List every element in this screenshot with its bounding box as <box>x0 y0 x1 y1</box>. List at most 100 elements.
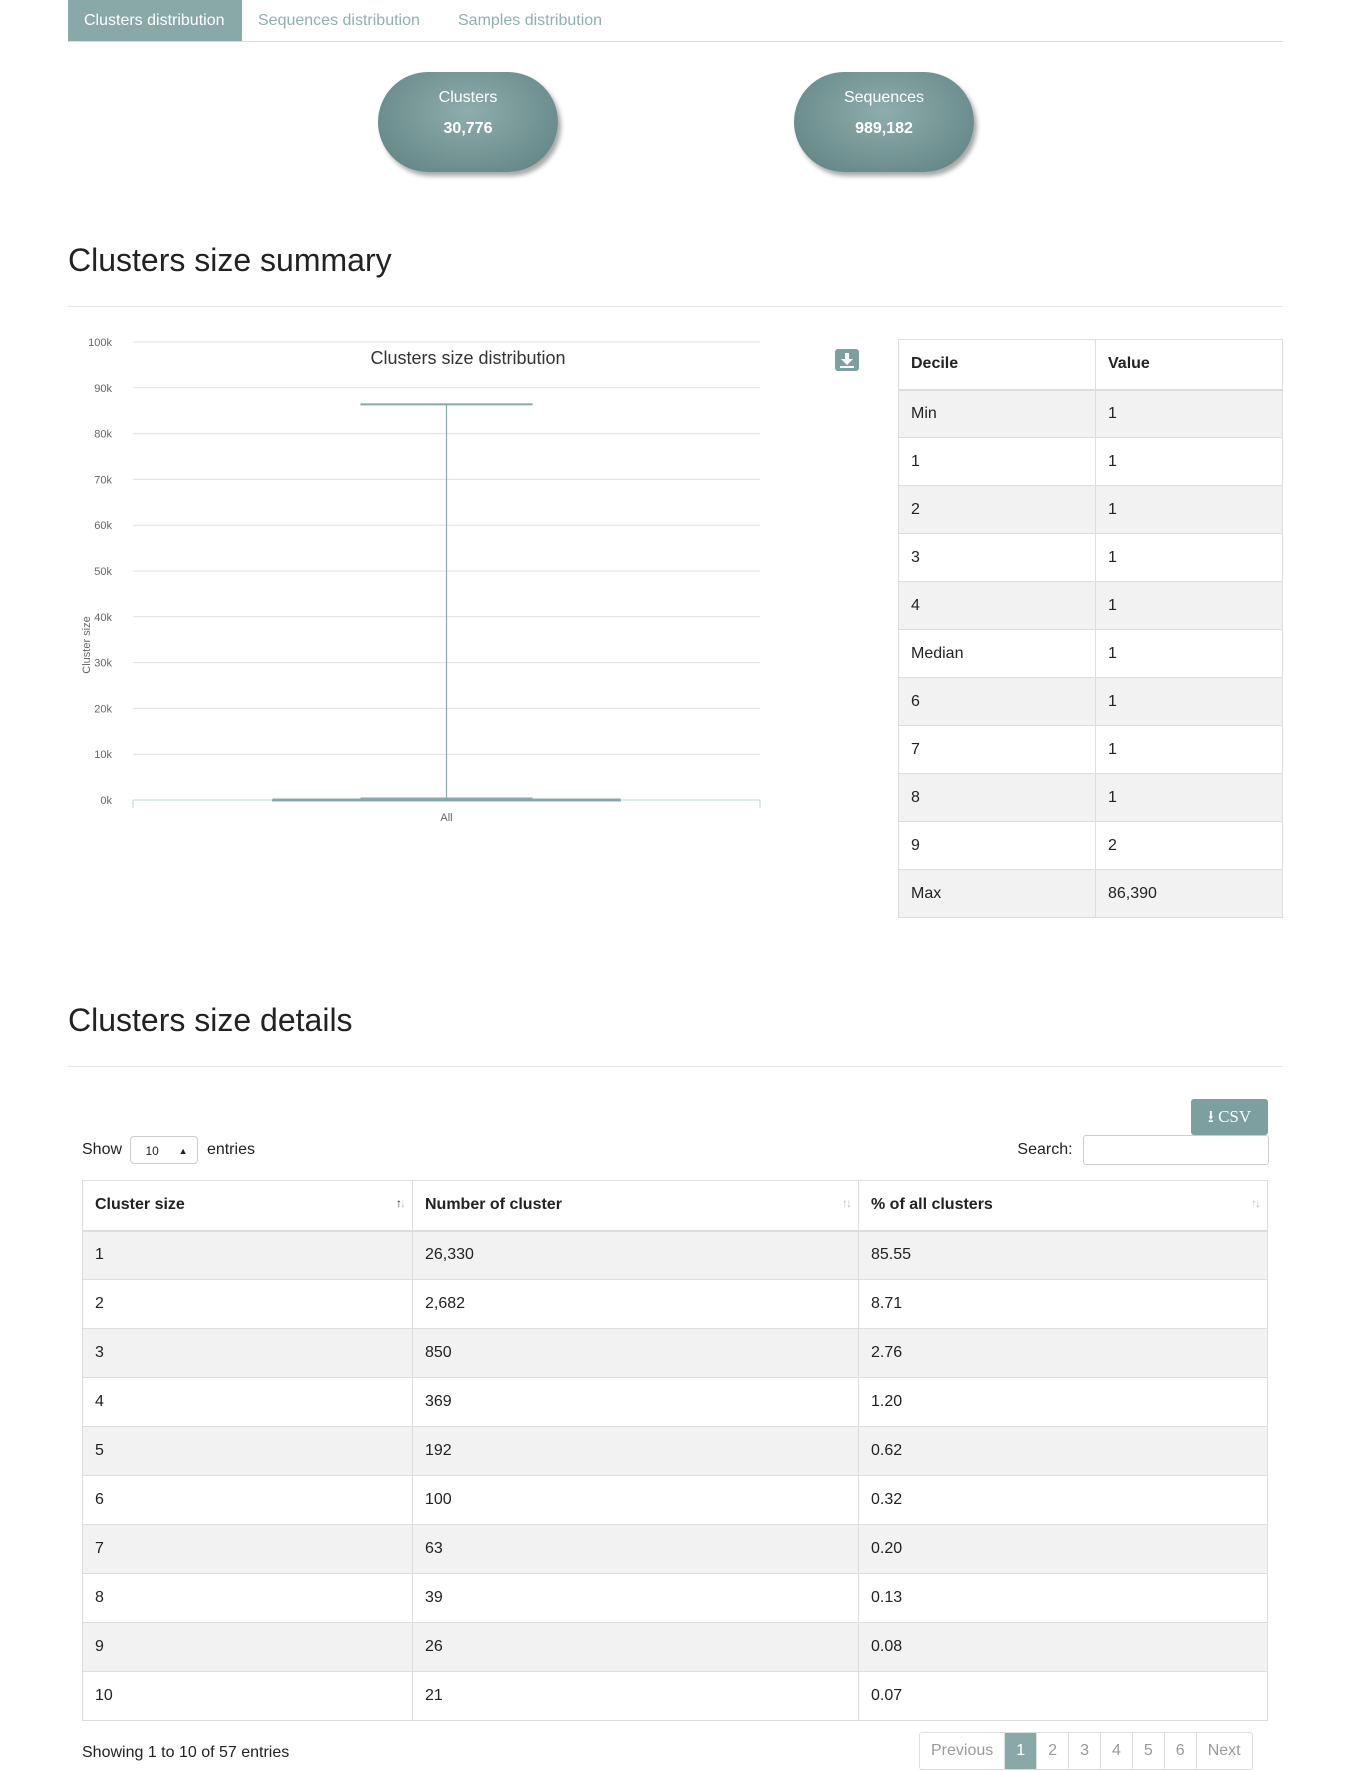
chart-title: Clusters size distribution <box>370 348 565 368</box>
decile-value-cell: 1 <box>1095 725 1283 774</box>
csv-export-button[interactable]: ⭳ CSV <box>1191 1099 1268 1135</box>
search-label: Search: <box>1017 1141 1073 1158</box>
cluster-size-cell: 5 <box>82 1426 413 1476</box>
percent-clusters-cell: 0.62 <box>858 1426 1268 1476</box>
cluster-size-cell: 9 <box>82 1622 413 1672</box>
csv-label: CSV <box>1218 1107 1252 1126</box>
tab-clusters-distribution[interactable]: Clusters distribution <box>68 0 242 41</box>
number-of-cluster-cell: 26,330 <box>412 1230 859 1280</box>
download-icon: ⭳ <box>1207 1107 1214 1126</box>
percent-clusters-cell: 0.32 <box>858 1475 1268 1525</box>
cluster-size-boxplot: Clusters size distribution Cluster size … <box>81 338 761 824</box>
percent-clusters-cell: 2.76 <box>858 1328 1268 1378</box>
page-2-button[interactable]: 2 <box>1036 1733 1068 1769</box>
decile-row: Median 1 <box>898 629 1283 678</box>
y-tick-label: 10k <box>94 749 112 761</box>
y-tick-label: 0k <box>100 795 112 807</box>
number-of-cluster-cell: 21 <box>412 1671 859 1721</box>
search-input[interactable] <box>1083 1134 1269 1165</box>
decile-row: 11 <box>898 437 1283 486</box>
number-of-cluster-cell: 39 <box>412 1573 859 1623</box>
percent-clusters-cell: 0.08 <box>858 1622 1268 1672</box>
decile-value-cell: 1 <box>1095 485 1283 534</box>
page-4-button[interactable]: 4 <box>1099 1733 1132 1769</box>
tab-samples-distribution[interactable]: Samples distribution <box>442 0 618 41</box>
cluster-size-cell: 8 <box>82 1573 413 1623</box>
decile-row: 41 <box>898 581 1283 630</box>
decile-row: 92 <box>898 821 1283 870</box>
y-tick-label: 80k <box>94 429 112 441</box>
column-header-cluster-size[interactable]: Cluster size ↑↓ <box>82 1180 413 1232</box>
y-tick-label: 70k <box>94 474 112 486</box>
page-3-button[interactable]: 3 <box>1068 1733 1100 1769</box>
decile-row: 81 <box>898 773 1283 822</box>
decile-cell: 6 <box>898 677 1096 726</box>
y-tick-label: 40k <box>94 612 112 624</box>
tab-bar: Clusters distribution Sequences distribu… <box>68 0 1283 42</box>
decile-cell: 3 <box>898 533 1096 582</box>
show-label: Show <box>82 1141 123 1158</box>
table-row: 8 39 0.13 <box>82 1573 1268 1623</box>
sort-icon: ↑↓ <box>842 1196 852 1210</box>
number-of-cluster-cell: 26 <box>412 1622 859 1672</box>
previous-button[interactable]: Previous <box>920 1733 1004 1769</box>
page-length-control: Show 10 ▲ entries <box>82 1135 255 1165</box>
y-tick-label: 30k <box>94 658 112 670</box>
cluster-size-table: Cluster size ↑↓ Number of cluster ↑↓ % of … <box>82 1180 1268 1721</box>
decile-cell: 1 <box>898 437 1096 486</box>
cluster-size-cell: 6 <box>82 1475 413 1525</box>
percent-clusters-cell: 0.07 <box>858 1671 1268 1721</box>
number-of-cluster-cell: 2,682 <box>412 1279 859 1329</box>
number-of-cluster-cell: 192 <box>412 1426 859 1476</box>
pagination: Previous 1 2 3 4 5 6 Next <box>919 1732 1253 1770</box>
cluster-size-cell: 10 <box>82 1671 413 1721</box>
column-header-label: Cluster size <box>95 1196 185 1214</box>
table-row: 10 21 0.07 <box>82 1671 1268 1721</box>
decile-value-cell: 1 <box>1095 629 1283 678</box>
tab-sequences-distribution[interactable]: Sequences distribution <box>242 0 436 41</box>
page-6-button[interactable]: 6 <box>1163 1733 1196 1769</box>
decile-row: 21 <box>898 485 1283 534</box>
percent-clusters-cell: 1.20 <box>858 1377 1268 1427</box>
table-row: 6 100 0.32 <box>82 1475 1268 1525</box>
chart-x-ticks: All <box>132 800 761 824</box>
decile-value-cell: 86,390 <box>1095 869 1283 918</box>
percent-clusters-cell: 0.13 <box>858 1573 1268 1623</box>
clusters-count-badge: Clusters 30,776 <box>378 72 558 172</box>
entries-label: entries <box>206 1141 255 1158</box>
column-header-label: Number of cluster <box>425 1196 562 1214</box>
decile-value-cell: 1 <box>1095 581 1283 630</box>
decile-value-cell: 1 <box>1095 437 1283 486</box>
decile-cell: 9 <box>898 821 1096 870</box>
chart-download-button[interactable] <box>835 349 859 371</box>
x-tick-label: All <box>440 812 452 824</box>
decile-value-cell: 1 <box>1095 389 1283 438</box>
decile-row: 31 <box>898 533 1283 582</box>
column-header-number-of-cluster[interactable]: Number of cluster ↑↓ <box>412 1180 859 1232</box>
page-5-button[interactable]: 5 <box>1131 1733 1164 1769</box>
y-tick-label: 50k <box>94 566 112 578</box>
sequences-count-badge: Sequences 989,182 <box>794 72 974 172</box>
decile-row: 71 <box>898 725 1283 774</box>
decile-cell: Min <box>898 389 1096 438</box>
percent-clusters-cell: 85.55 <box>858 1230 1268 1280</box>
y-tick-label: 60k <box>94 520 112 532</box>
decile-cell: 2 <box>898 485 1096 534</box>
decile-value-cell: 1 <box>1095 533 1283 582</box>
page-length-select[interactable]: 10 ▲ <box>130 1135 199 1164</box>
table-row: 9 26 0.08 <box>82 1622 1268 1672</box>
column-header-percent-clusters[interactable]: % of all clusters ↑↓ <box>858 1180 1268 1232</box>
sequences-count-label: Sequences <box>843 89 925 106</box>
table-row: 5 192 0.62 <box>82 1426 1268 1476</box>
number-of-cluster-cell: 100 <box>412 1475 859 1525</box>
page-1-button[interactable]: 1 <box>1004 1733 1037 1769</box>
cluster-size-cell: 4 <box>82 1377 413 1427</box>
next-button[interactable]: Next <box>1195 1733 1252 1769</box>
y-tick-label: 90k <box>94 383 112 395</box>
decile-cell: Median <box>898 629 1096 678</box>
number-of-cluster-cell: 63 <box>412 1524 859 1574</box>
page-length-value: 10 <box>145 1143 159 1158</box>
chart-box <box>272 403 621 802</box>
clusters-count-label: Clusters <box>438 89 498 106</box>
clusters-count-value: 30,776 <box>443 120 493 137</box>
